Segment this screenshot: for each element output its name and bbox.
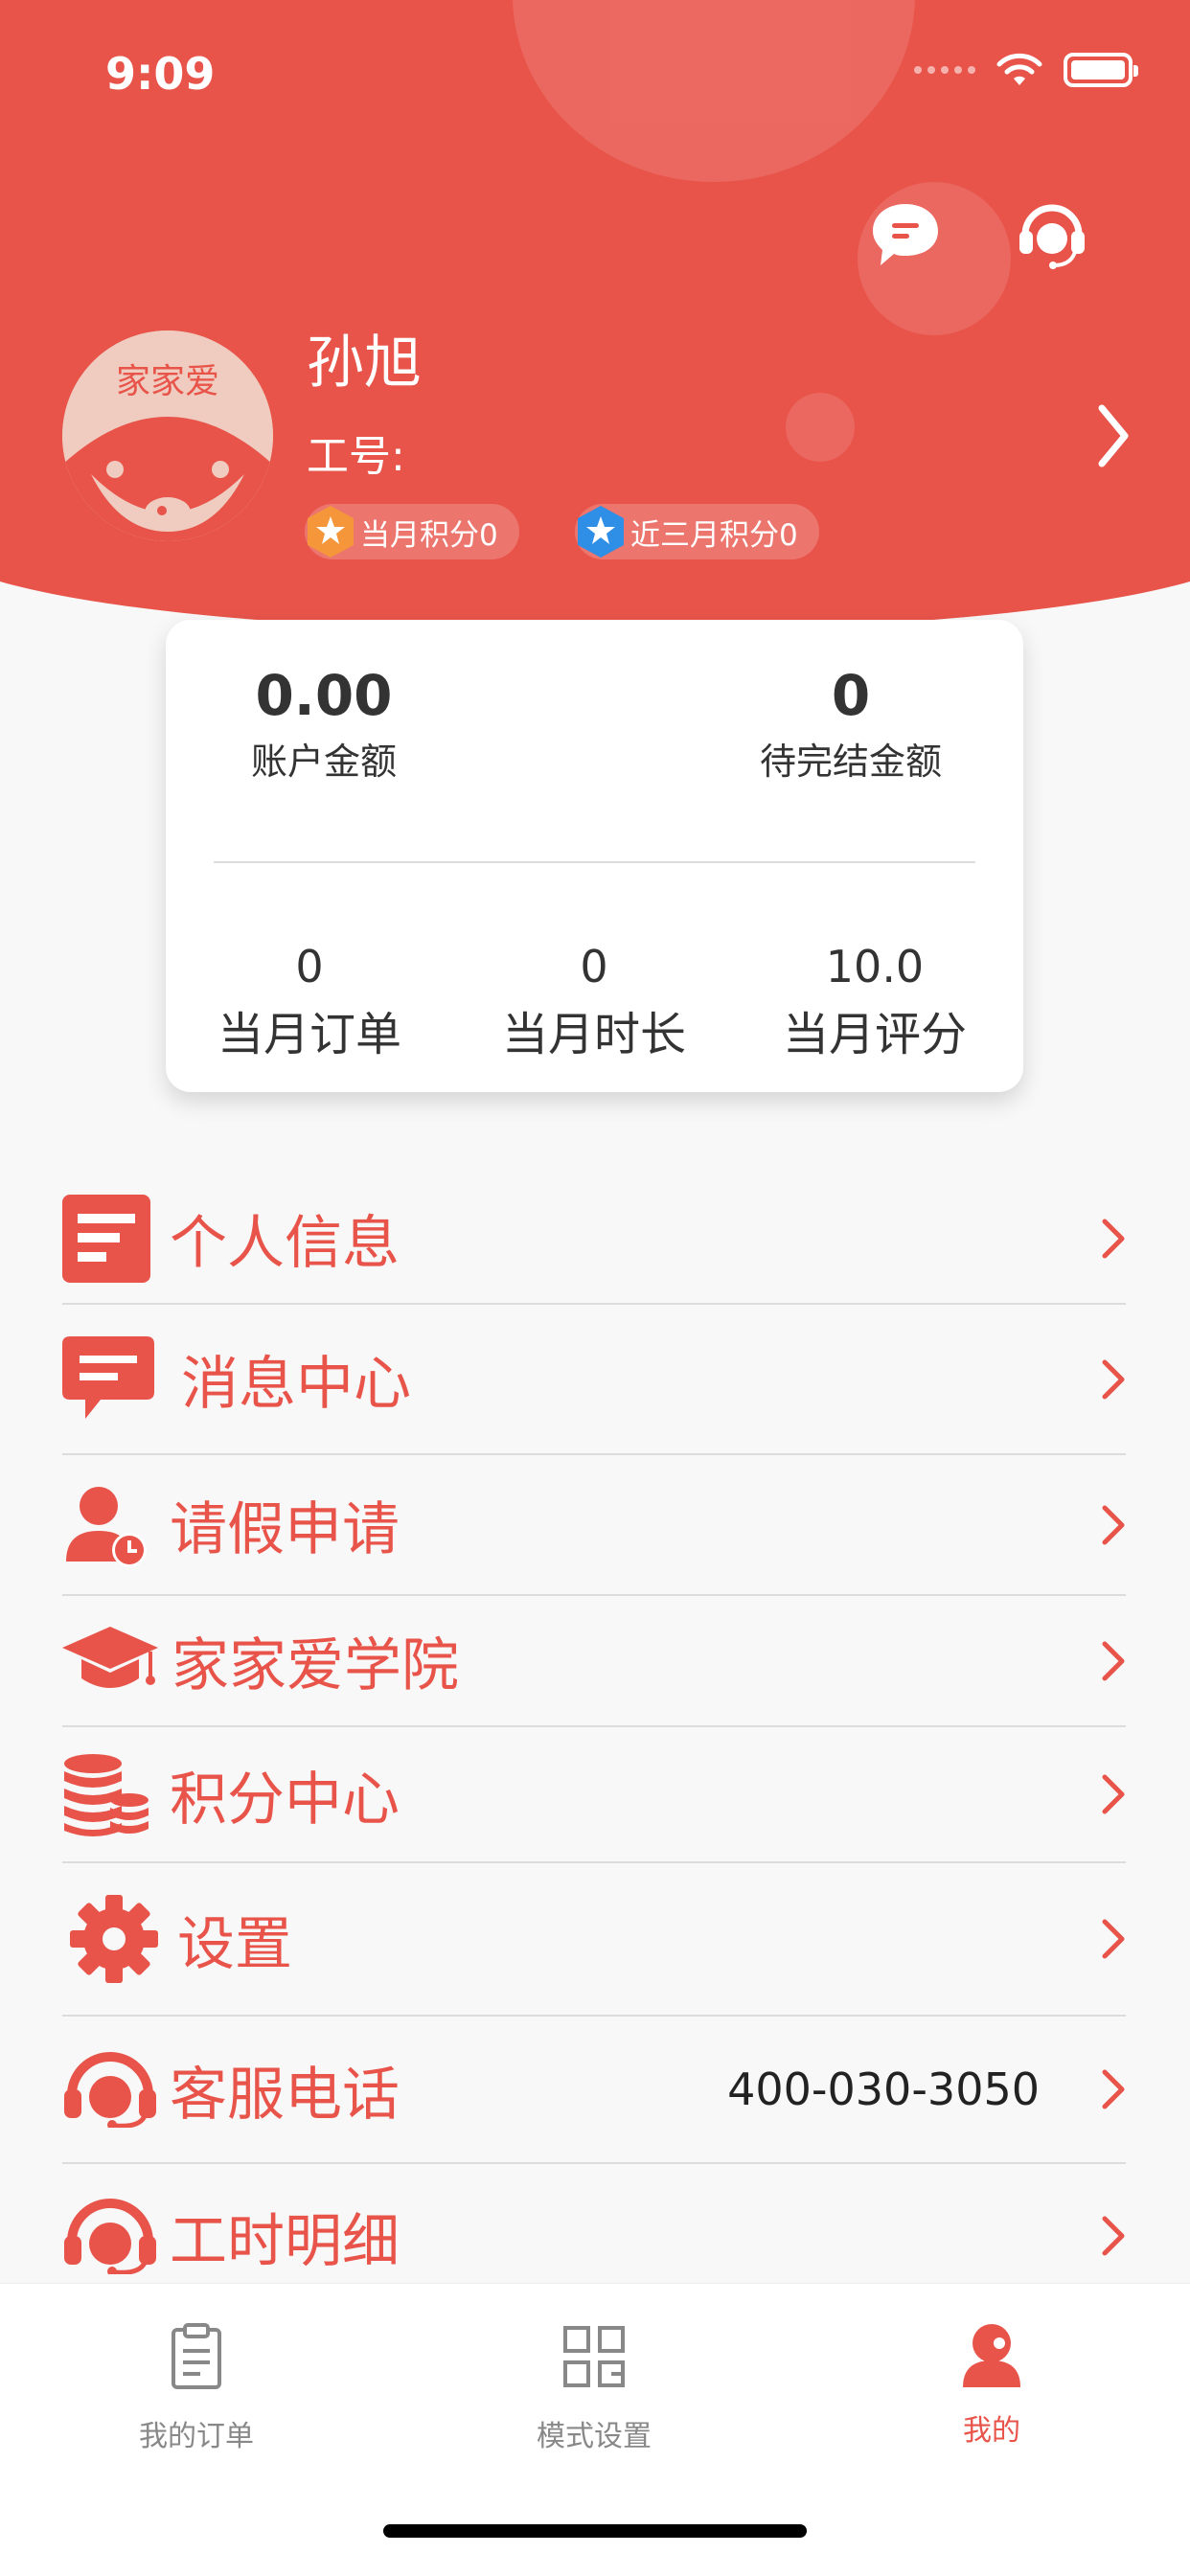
menu-label: 积分中心 [170, 1766, 400, 1834]
menu-item-settings[interactable]: 设置 [62, 1863, 1126, 2017]
chat-icon[interactable] [867, 196, 944, 273]
coins-icon [64, 1754, 149, 1836]
chevron-right-icon[interactable] [1094, 402, 1133, 469]
chevron-right-icon [1102, 2069, 1125, 2109]
decor-bubble [513, 0, 915, 182]
menu-label: 家家爱学院 [172, 1632, 459, 1699]
stat-value: 0 [580, 941, 608, 992]
status-time: 9:09 [105, 48, 216, 100]
menu-label: 个人信息 [170, 1210, 400, 1277]
chevron-right-icon [1102, 1774, 1125, 1814]
tab-label: 我的 [963, 2414, 1020, 2448]
three-month-points-badge: 近三月积分0 [575, 504, 819, 559]
clipboard-icon [172, 2323, 221, 2389]
menu-item-customer-hotline[interactable]: 客服电话 400-030-3050 [62, 2017, 1126, 2164]
menu-item-personal-info[interactable]: 个人信息 [62, 1174, 1126, 1305]
menu-label: 设置 [177, 1910, 292, 1978]
pending-amount-value: 0 [831, 663, 871, 728]
grid-icon [563, 2326, 625, 2387]
avatar[interactable]: 家家爱 [62, 331, 273, 541]
customer-service-icon[interactable] [1014, 196, 1090, 273]
menu-label: 消息中心 [181, 1351, 411, 1418]
menu-item-points-center[interactable]: 积分中心 [62, 1727, 1126, 1863]
monthly-hours-stat[interactable]: 0 当月时长 [489, 941, 699, 1063]
tab-mode-settings[interactable]: 模式设置 [479, 2322, 709, 2454]
menu-list: 个人信息 消息中心 请假申请 家家爱学院 积分中心 设置 客服电话 400-03… [62, 1174, 1126, 2308]
wifi-icon [996, 53, 1042, 85]
stat-label: 当月订单 [217, 1008, 401, 1061]
monthly-orders-stat[interactable]: 0 当月订单 [204, 941, 415, 1063]
gear-icon [70, 1895, 158, 1983]
headset-icon [64, 2199, 156, 2274]
pending-amount[interactable]: 0 待完结金额 [741, 663, 961, 785]
tab-my-orders[interactable]: 我的订单 [81, 2322, 311, 2454]
chevron-right-icon [1102, 1641, 1125, 1680]
star-badge-icon [578, 506, 624, 558]
menu-item-leave-request[interactable]: 请假申请 [62, 1455, 1126, 1596]
pending-amount-label: 待完结金额 [759, 741, 942, 783]
user-name: 孙旭 [307, 330, 422, 397]
monthly-rating-stat[interactable]: 10.0 当月评分 [769, 941, 980, 1063]
chevron-right-icon [1102, 1919, 1125, 1959]
account-amount-value: 0.00 [255, 663, 393, 728]
account-amount[interactable]: 0.00 账户金额 [223, 663, 424, 785]
status-indicators [914, 53, 1138, 87]
chevron-right-icon [1102, 1505, 1125, 1544]
decor-bubble [786, 393, 855, 462]
stat-value: 10.0 [825, 941, 925, 992]
menu-item-academy[interactable]: 家家爱学院 [62, 1596, 1126, 1727]
monthly-points-label: 当月积分0 [360, 517, 498, 553]
person-icon [963, 2324, 1020, 2387]
headset-icon [64, 2052, 156, 2128]
chevron-right-icon [1102, 2216, 1125, 2256]
id-card-icon [62, 1194, 150, 1283]
menu-label: 工时明细 [170, 2207, 400, 2275]
monthly-points-badge: 当月积分0 [305, 504, 519, 559]
stat-value: 0 [295, 941, 324, 992]
leave-request-icon [66, 1486, 147, 1567]
menu-label: 请假申请 [170, 1496, 400, 1563]
message-icon [62, 1335, 154, 1419]
stat-label: 当月时长 [501, 1008, 686, 1061]
avatar-logo-icon: 家家爱 [62, 331, 273, 541]
signal-dots-icon [914, 66, 975, 74]
graduation-cap-icon [62, 1626, 158, 1688]
tab-label: 我的订单 [139, 2420, 254, 2453]
svg-text:家家爱: 家家爱 [116, 362, 219, 401]
summary-card: 0.00 账户金额 0 待完结金额 0 当月订单 0 当月时长 10.0 当月评… [166, 620, 1023, 1092]
battery-icon [1064, 53, 1138, 87]
menu-item-message-center[interactable]: 消息中心 [62, 1305, 1126, 1455]
chevron-right-icon [1102, 1359, 1125, 1399]
star-badge-icon [308, 506, 354, 558]
three-month-points-label: 近三月积分0 [630, 517, 798, 553]
chevron-right-icon [1102, 1219, 1125, 1258]
account-amount-label: 账户金额 [250, 741, 397, 783]
tab-label: 模式设置 [537, 2420, 652, 2453]
card-divider [214, 861, 975, 863]
work-number-label: 工号: [307, 432, 405, 481]
menu-label: 客服电话 [170, 2061, 400, 2129]
tab-mine[interactable]: 我的 [877, 2322, 1107, 2449]
stat-label: 当月评分 [782, 1008, 967, 1061]
hotline-number: 400-030-3050 [727, 2063, 1040, 2115]
home-indicator [383, 2524, 807, 2538]
